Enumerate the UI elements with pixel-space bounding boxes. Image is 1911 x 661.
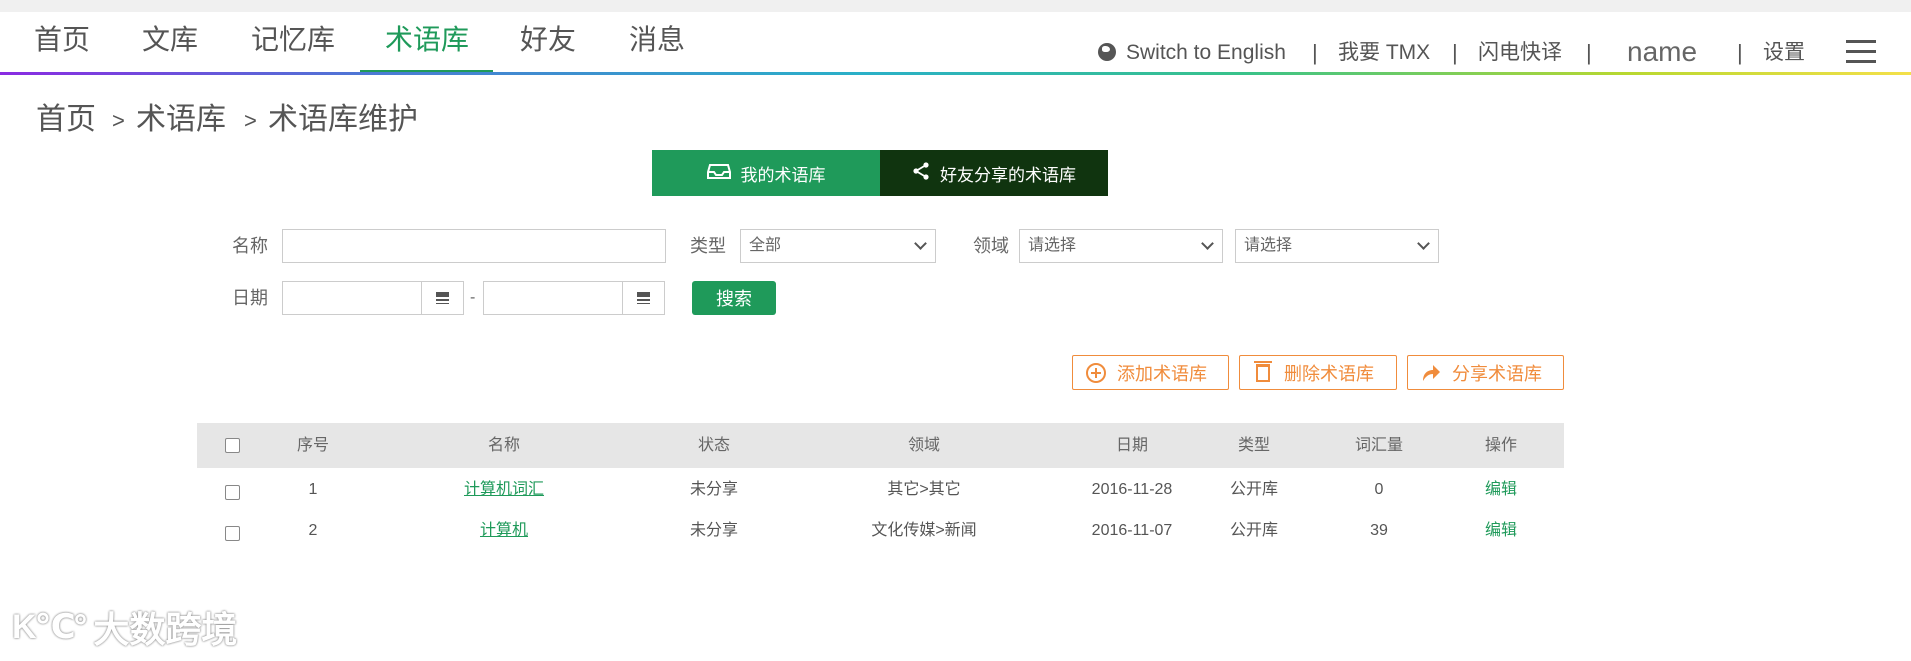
row-status: 未分享 [689,522,739,539]
nav-item-library[interactable]: 文库 [142,20,198,72]
row-checkbox[interactable] [225,485,240,500]
add-termbase-label: 添加术语库 [1117,363,1207,384]
watermark-text: 大数跨境 [93,609,238,650]
share-termbase-button[interactable]: 分享术语库 [1407,355,1564,390]
column-header-status: 状态 [697,437,731,454]
watermark-logo: K℃° [12,608,87,646]
username-link[interactable]: name [1627,34,1697,67]
column-header-date: 日期 [1115,437,1149,454]
share-arrow-icon [1420,362,1442,384]
top-nav: 首页 文库 记忆库 术语库 好友 消息 Switch to English | … [0,12,1911,74]
nav-item-messages[interactable]: 消息 [629,20,685,72]
share-icon [912,161,930,185]
domain-label: 领域 [973,236,1009,256]
date-range-separator: - [470,289,476,306]
tab-shared-termbase[interactable]: 好友分享的术语库 [880,150,1108,196]
delete-termbase-label: 删除术语库 [1284,363,1374,384]
menu-icon[interactable] [1846,40,1876,64]
name-input[interactable] [282,229,666,263]
column-header-count: 词汇量 [1354,437,1404,454]
date-to-field[interactable] [483,281,665,315]
share-termbase-label: 分享术语库 [1452,363,1542,384]
row-date: 2016-11-28 [1091,481,1173,498]
name-label: 名称 [232,236,268,256]
delete-termbase-button[interactable]: 删除术语库 [1239,355,1397,390]
nav-gradient-divider [0,72,1911,75]
breadcrumb-termbase[interactable]: 术语库 [136,102,226,138]
tab-shared-termbase-label: 好友分享的术语库 [940,165,1076,185]
type-select-value: 全部 [749,237,782,254]
row-domain: 文化传媒>新闻 [871,522,977,539]
row-index: 1 [308,481,318,498]
switch-language-label: Switch to English [1126,41,1286,64]
row-count: 0 [1374,481,1384,498]
table-header: 序号 名称 状态 领域 日期 类型 词汇量 操作 [197,423,1564,468]
breadcrumb-separator: > [112,108,125,133]
column-header-actions: 操作 [1484,437,1518,454]
row-type: 公开库 [1229,481,1279,498]
row-count: 39 [1370,522,1388,539]
chevron-down-icon [1201,237,1214,250]
row-type: 公开库 [1229,522,1279,539]
flash-translate-link[interactable]: 闪电快译 [1478,38,1562,68]
row-date: 2016-11-07 [1091,522,1173,539]
breadcrumb-separator: > [244,108,257,133]
switch-language-link[interactable]: Switch to English [1098,38,1286,68]
domain-select-primary-value: 请选择 [1028,237,1077,254]
tab-my-termbase[interactable]: 我的术语库 [652,150,880,196]
date-from-calendar-button[interactable] [421,282,463,314]
search-button[interactable]: 搜索 [692,281,776,315]
tab-my-termbase-label: 我的术语库 [740,165,826,185]
date-from-field[interactable] [282,281,464,315]
domain-select-secondary[interactable]: 请选择 [1235,229,1439,263]
column-header-name: 名称 [487,437,521,454]
breadcrumb-current: 术语库维护 [268,103,418,136]
date-label: 日期 [232,288,268,308]
nav-separator: | [1586,40,1592,65]
nav-separator: | [1312,40,1318,65]
domain-select-primary[interactable]: 请选择 [1019,229,1223,263]
column-header-domain: 领域 [907,437,941,454]
add-termbase-button[interactable]: 添加术语库 [1072,355,1229,390]
breadcrumb-home[interactable]: 首页 [36,102,96,138]
termbase-tabs: 我的术语库 好友分享的术语库 [652,150,1108,196]
calendar-icon [436,292,449,304]
plus-circle-icon [1085,362,1107,384]
row-status: 未分享 [689,481,739,498]
top-strip [0,0,1911,12]
watermark: K℃° 大数跨境 [12,604,237,650]
date-to-calendar-button[interactable] [622,282,664,314]
trash-icon [1252,360,1274,384]
nav-separator: | [1452,40,1458,65]
select-all-checkbox[interactable] [225,438,240,453]
settings-link[interactable]: 设置 [1763,38,1805,68]
type-select[interactable]: 全部 [740,229,936,263]
row-name-link[interactable]: 计算机 [480,521,528,541]
nav-item-home[interactable]: 首页 [34,20,90,72]
globe-icon [1098,43,1116,61]
want-tmx-link[interactable]: 我要 TMX [1338,38,1430,68]
column-header-type: 类型 [1237,437,1271,454]
row-domain: 其它>其它 [887,481,961,498]
row-index: 2 [308,522,318,539]
domain-select-secondary-value: 请选择 [1244,237,1293,254]
nav-item-termbase[interactable]: 术语库 [385,20,469,72]
nav-item-friends[interactable]: 好友 [520,20,576,72]
nav-separator: | [1737,40,1743,65]
type-label: 类型 [690,236,726,256]
column-header-index: 序号 [296,437,330,454]
row-checkbox[interactable] [225,526,240,541]
row-edit-link[interactable]: 编辑 [1485,521,1517,541]
row-name-link[interactable]: 计算机词汇 [464,480,544,500]
chevron-down-icon [1417,237,1430,250]
inbox-icon [706,163,731,184]
row-edit-link[interactable]: 编辑 [1485,480,1517,500]
calendar-icon [637,292,650,304]
nav-item-memory[interactable]: 记忆库 [251,20,335,72]
chevron-down-icon [914,237,927,250]
